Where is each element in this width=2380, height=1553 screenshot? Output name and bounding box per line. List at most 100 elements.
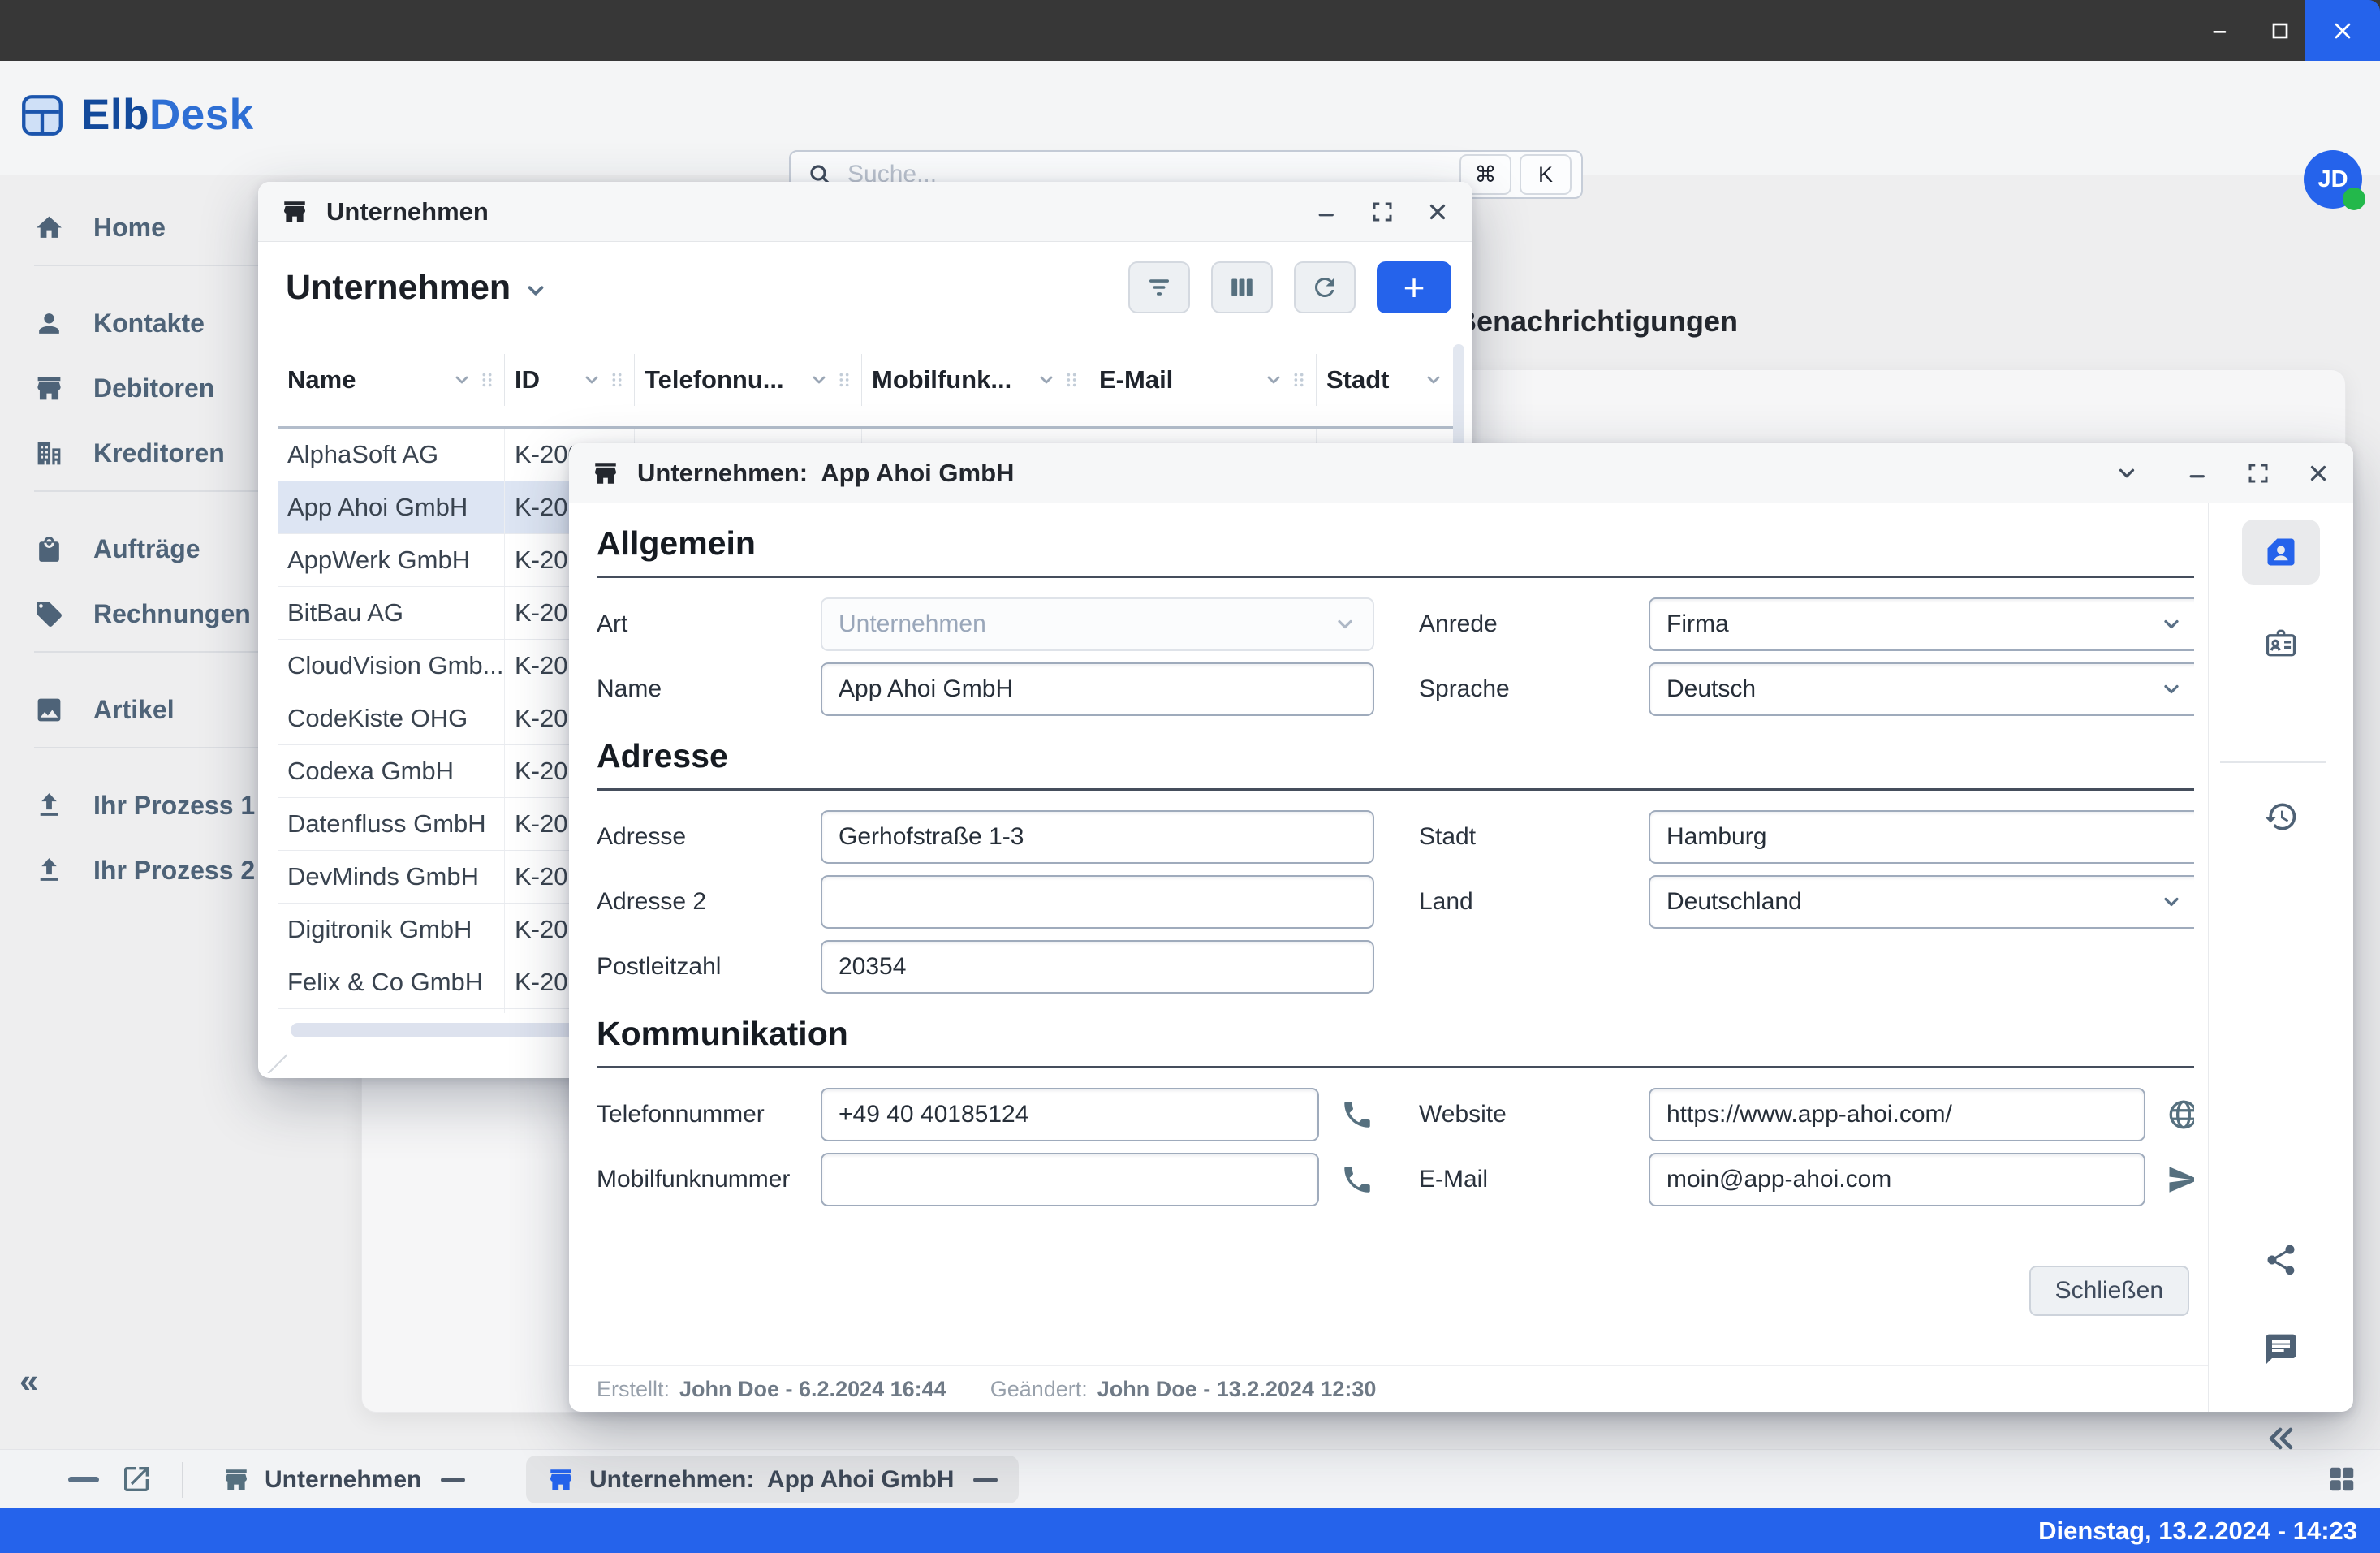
record-meta: Erstellt:John Doe - 6.2.2024 16:44 Geänd… bbox=[569, 1365, 2209, 1412]
close-form-button[interactable]: Schließen bbox=[2029, 1266, 2189, 1316]
rail-button-chat[interactable] bbox=[2242, 1317, 2320, 1382]
chevron-down-icon bbox=[2160, 891, 2183, 913]
detail-window-titlebar[interactable]: Unternehmen: App Ahoi GmbH bbox=[569, 443, 2353, 503]
land-select[interactable]: Deutschland bbox=[1649, 875, 2194, 929]
window-close-button[interactable] bbox=[2305, 0, 2380, 61]
sidebar-item-label: Rechnungen bbox=[93, 599, 251, 629]
user-avatar[interactable]: JD bbox=[2304, 150, 2362, 209]
telefonnummer-input[interactable]: +49 40 40185124 bbox=[821, 1088, 1319, 1141]
window-resize-handle[interactable] bbox=[263, 1049, 287, 1073]
avatar-initials: JD bbox=[2317, 166, 2348, 193]
sidebar-group: Aufträge Rechnungen bbox=[0, 516, 286, 646]
minimize-icon[interactable] bbox=[2186, 461, 2210, 485]
anrede-select[interactable]: Firma bbox=[1649, 597, 2194, 651]
adresse-2-input[interactable] bbox=[821, 875, 1374, 929]
tab-minimize-dash[interactable] bbox=[441, 1478, 465, 1482]
phone-icon[interactable] bbox=[1340, 1163, 1374, 1197]
form-row: Adresse 2LandDeutschland bbox=[597, 875, 2194, 929]
drag-handle-icon bbox=[478, 369, 496, 390]
sidebar-item-artikel[interactable]: Artikel bbox=[0, 677, 286, 742]
mobilfunknummer-input[interactable] bbox=[821, 1153, 1319, 1206]
column-header-stadt[interactable]: Stadt bbox=[1317, 354, 1451, 406]
sidebar-item-auftr-ge[interactable]: Aufträge bbox=[0, 516, 286, 581]
sidebar-item-label: Kreditoren bbox=[93, 438, 225, 468]
e-mail-input[interactable]: moin@app-ahoi.com bbox=[1649, 1153, 2145, 1206]
globe-icon[interactable] bbox=[2167, 1098, 2194, 1132]
adresse-input[interactable]: Gerhofstraße 1-3 bbox=[821, 810, 1374, 864]
columns-button[interactable] bbox=[1211, 261, 1273, 313]
sidebar-item-kreditoren[interactable]: Kreditoren bbox=[0, 421, 286, 485]
phone-icon[interactable] bbox=[1340, 1098, 1374, 1132]
field-label-postleitzahl: Postleitzahl bbox=[597, 953, 821, 981]
column-header-name[interactable]: Name bbox=[278, 354, 505, 406]
taskbar-collapse-dash[interactable] bbox=[68, 1477, 99, 1482]
minimize-icon[interactable] bbox=[1315, 200, 1339, 224]
column-label: Stadt bbox=[1326, 365, 1390, 395]
window-maximize-button[interactable] bbox=[2252, 0, 2309, 61]
open-in-new-icon[interactable] bbox=[120, 1463, 153, 1495]
chevron-down-icon bbox=[1037, 370, 1056, 390]
rail-button-collapse-left[interactable] bbox=[2242, 1406, 2320, 1471]
rail-button-share[interactable] bbox=[2242, 1227, 2320, 1292]
list-window-titlebar[interactable]: Unternehmen bbox=[258, 182, 1472, 242]
table-header-row: NameIDTelefonnu...Mobilfunk...E-Mail Stad… bbox=[278, 333, 1453, 429]
website-input[interactable]: https://www.app-ahoi.com/ bbox=[1649, 1088, 2145, 1141]
chevron-down-icon bbox=[2160, 613, 2183, 636]
modified-value: John Doe - 13.2.2024 12:30 bbox=[1097, 1377, 1377, 1402]
maximize-icon[interactable] bbox=[1370, 200, 1395, 224]
maximize-icon[interactable] bbox=[2246, 461, 2270, 485]
form-row: Telefonnummer+49 40 40185124Websitehttps… bbox=[597, 1088, 2194, 1141]
tag-icon bbox=[34, 599, 64, 629]
filter-button[interactable] bbox=[1128, 261, 1190, 313]
sidebar-divider bbox=[34, 651, 261, 653]
storefront-icon bbox=[592, 459, 619, 487]
rail-button-history[interactable] bbox=[2242, 784, 2320, 849]
close-icon[interactable] bbox=[1425, 200, 1450, 224]
rail-button-id-badge[interactable] bbox=[2242, 610, 2320, 675]
chevron-down-icon[interactable] bbox=[2115, 461, 2139, 485]
sidebar-collapse-button[interactable]: « bbox=[19, 1362, 57, 1400]
app-logo[interactable]: ElbDesk bbox=[21, 90, 254, 140]
add-record-button[interactable]: + bbox=[1377, 261, 1451, 313]
refresh-button[interactable] bbox=[1294, 261, 1356, 313]
form-row: NameApp Ahoi GmbHSpracheDeutsch bbox=[597, 662, 2194, 716]
field-label-telefonnummer: Telefonnummer bbox=[597, 1101, 821, 1128]
section-divider bbox=[597, 788, 2194, 791]
sprache-select[interactable]: Deutsch bbox=[1649, 662, 2194, 716]
art-select: Unternehmen bbox=[821, 597, 1374, 651]
sidebar-divider bbox=[34, 747, 261, 748]
field-label-adresse-2: Adresse 2 bbox=[597, 888, 821, 916]
chevron-down-icon bbox=[809, 370, 829, 390]
column-header-e-mail[interactable]: E-Mail bbox=[1089, 354, 1317, 406]
created-label: Erstellt: bbox=[597, 1377, 670, 1402]
id-badge-icon bbox=[2263, 625, 2299, 661]
form-row: Postleitzahl20354 bbox=[597, 940, 2194, 994]
sidebar-item-kontakte[interactable]: Kontakte bbox=[0, 291, 286, 356]
taskbar-tab-unternehmen[interactable]: Unternehmen bbox=[201, 1456, 486, 1503]
tab-minimize-dash[interactable] bbox=[973, 1478, 998, 1482]
column-header-mobilfunk[interactable]: Mobilfunk... bbox=[862, 354, 1089, 406]
taskbar-tab-unternehmen-app-ahoi-gmbh[interactable]: Unternehmen: App Ahoi GmbH bbox=[526, 1456, 1019, 1503]
sidebar-item-ihr-prozess-2[interactable]: Ihr Prozess 2 bbox=[0, 838, 286, 903]
column-header-telefonnu[interactable]: Telefonnu... bbox=[635, 354, 862, 406]
sidebar-item-rechnungen[interactable]: Rechnungen bbox=[0, 581, 286, 646]
sidebar-item-debitoren[interactable]: Debitoren bbox=[0, 356, 286, 421]
contact-card-icon bbox=[2263, 534, 2299, 570]
send-icon[interactable] bbox=[2167, 1163, 2194, 1197]
app-header: ElbDesk Suche... ⌘K JD bbox=[0, 61, 2380, 175]
sidebar-item-ihr-prozess-1[interactable]: Ihr Prozess 1 bbox=[0, 773, 286, 838]
column-header-id[interactable]: ID bbox=[505, 354, 635, 406]
grid-view-icon[interactable] bbox=[2326, 1464, 2357, 1495]
sidebar-item-home[interactable]: Home bbox=[0, 195, 286, 260]
name-input[interactable]: App Ahoi GmbH bbox=[821, 662, 1374, 716]
list-heading[interactable]: Unternehmen bbox=[286, 268, 548, 308]
cell-name: BitBau AG bbox=[278, 587, 505, 639]
close-icon[interactable] bbox=[2306, 461, 2330, 485]
rail-button-contact-card[interactable] bbox=[2242, 520, 2320, 585]
section-heading-allgemein: Allgemein bbox=[597, 524, 2194, 563]
postleitzahl-input[interactable]: 20354 bbox=[821, 940, 1374, 994]
form-row: ArtUnternehmenAnredeFirma bbox=[597, 597, 2194, 651]
stadt-input[interactable]: Hamburg bbox=[1649, 810, 2194, 864]
window-minimize-button[interactable] bbox=[2193, 0, 2250, 61]
chevron-down-icon bbox=[452, 370, 472, 390]
